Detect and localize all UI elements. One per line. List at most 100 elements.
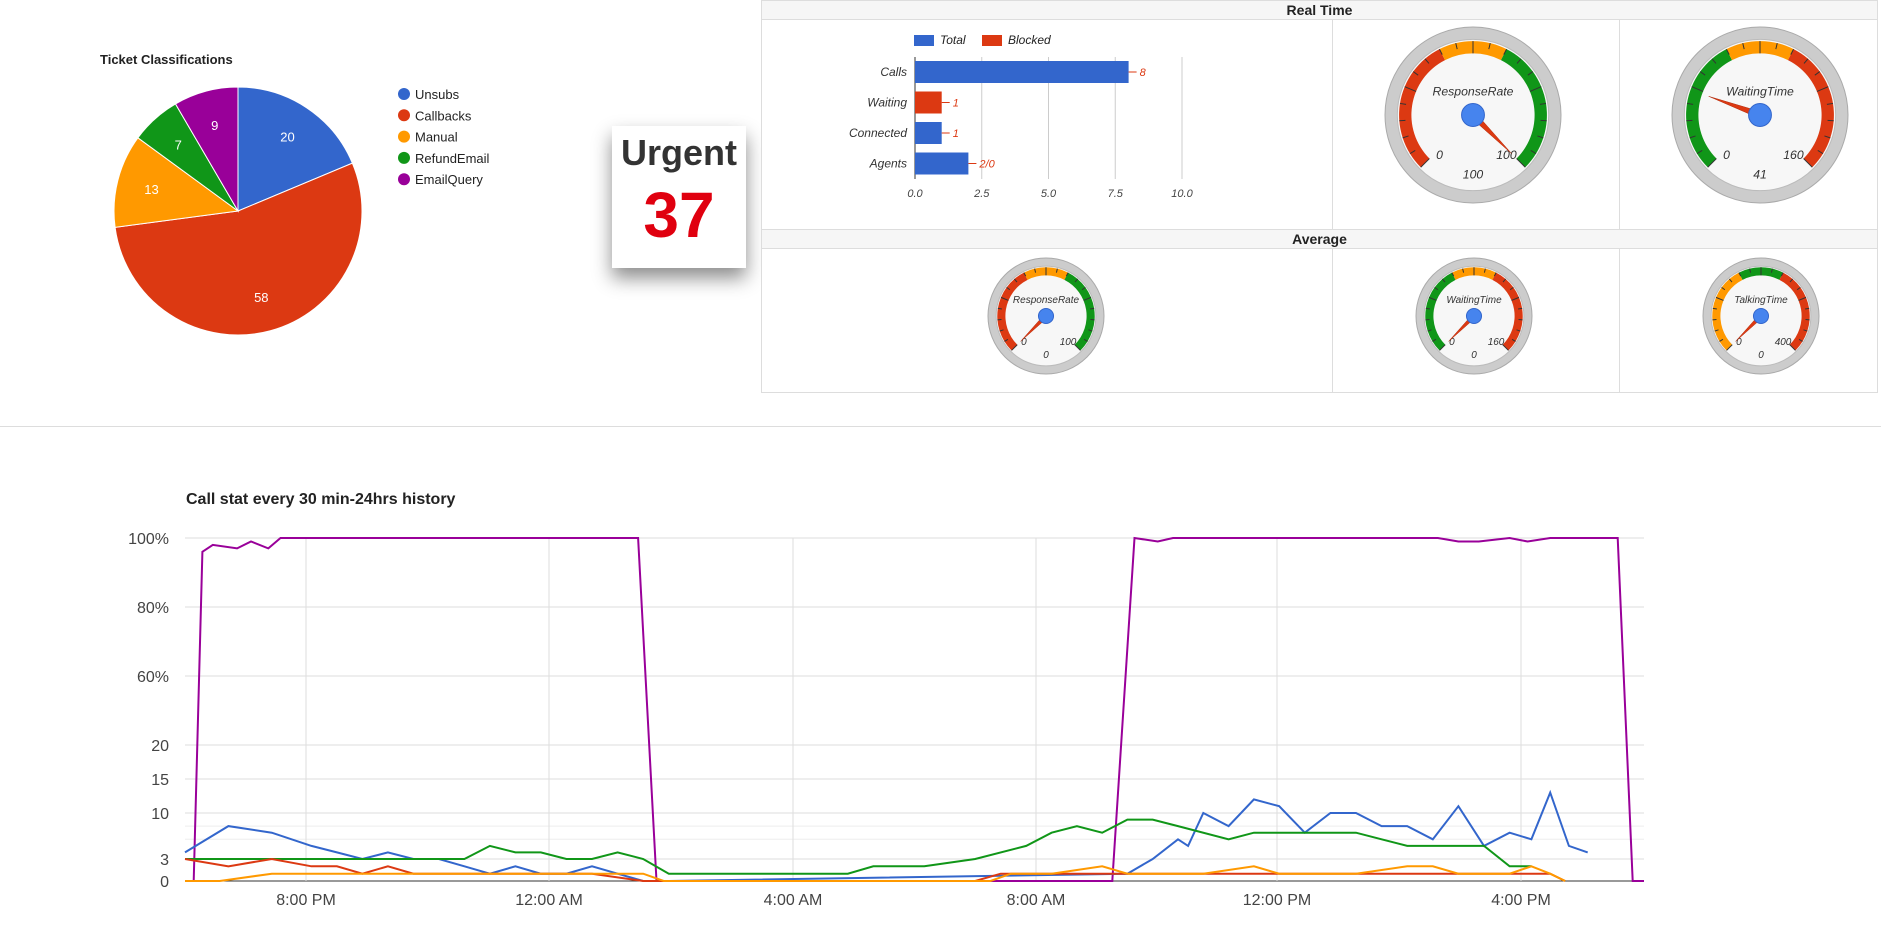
gauge-max: 400: [1775, 337, 1792, 348]
legend-marker: [398, 130, 410, 143]
realtime-panel: Real Time Average Total Blocked 0.0 2.5 5.0 7…: [761, 0, 1878, 393]
line-y-tick: 80%: [137, 600, 169, 617]
gauge-dial: WaitingTime 0 160 41: [1671, 26, 1849, 204]
bar-x-tick: 0.0: [907, 188, 923, 200]
bar-category-label: Connected: [849, 126, 907, 140]
gauge-max: 160: [1783, 148, 1804, 162]
legend-label: Manual: [415, 130, 458, 145]
gauge-waiting-time: WaitingTime 0 160 41: [1670, 25, 1850, 210]
line-x-tick: 8:00 PM: [276, 892, 336, 909]
gauge-dial: ResponseRate 0 100 100: [1384, 26, 1562, 204]
gauge-value: 41: [1753, 167, 1767, 181]
pie-slice-label: 58: [254, 290, 268, 305]
bar-calls: [915, 61, 1129, 83]
gauge-value: 0: [1758, 350, 1764, 361]
gauge-dial: ResponseRate 0 100 0: [987, 257, 1105, 375]
pie-slice-label: 7: [175, 138, 182, 153]
bar-x-tick: 10.0: [1171, 188, 1193, 200]
gauge-hub: [1037, 307, 1055, 325]
gauge-label: ResponseRate: [1433, 85, 1514, 99]
avg-gauge-waiting-time: WaitingTime 0 160 0: [1414, 256, 1534, 381]
gauge-hub: [1752, 307, 1770, 325]
pie-chart: 20 Unsubs 58 Callbacks 13 Manual 7 RefundEmail 9…: [113, 86, 490, 336]
urgent-card: Urgent 37: [612, 126, 746, 268]
legend-marker: [398, 88, 410, 100]
section-divider: [0, 426, 1881, 427]
line-y-tick: 20: [151, 738, 169, 755]
gauge-tick: [1712, 307, 1717, 310]
gauge-hub: [1748, 103, 1772, 127]
line-y-tick: 10: [151, 806, 169, 823]
line-x-tick: 4:00 AM: [764, 892, 823, 909]
bar-x-tick: 5.0: [1041, 188, 1057, 200]
avg-gauge-response-rate: ResponseRate 0 100 0: [986, 256, 1106, 381]
realtime-bar-chart: Total Blocked 0.0 2.5 5.0 7.5 10.0 Calls 8 Waitin…: [849, 33, 1194, 200]
urgent-count: 37: [643, 179, 715, 251]
gauge-tick: [1805, 307, 1810, 310]
gauge-max: 100: [1060, 337, 1077, 348]
gauge-dial: TalkingTime 0 400 0: [1702, 257, 1820, 375]
gauge-value: 100: [1463, 167, 1484, 181]
bar-legend-swatch: [914, 35, 934, 46]
line-series: [185, 536, 1644, 882]
legend-label: Unsubs: [415, 87, 460, 102]
line-x-tick: 12:00 AM: [515, 892, 583, 909]
gauge-min: 0: [1449, 337, 1455, 348]
bar-x-tick: 2.5: [973, 188, 990, 200]
bar-category-label: Waiting: [867, 96, 907, 110]
pie-slice-label: 20: [280, 130, 294, 145]
bar-category-label: Agents: [869, 157, 907, 171]
gauge-label: WaitingTime: [1446, 295, 1502, 306]
legend-marker: [398, 151, 410, 164]
gauge-hub: [1465, 307, 1483, 325]
gauge-min: 0: [1723, 148, 1730, 162]
line-y-tick: 0: [160, 874, 169, 891]
gauge-tick: [1518, 307, 1523, 310]
line-y-tick: 15: [151, 772, 169, 789]
bar-agents: [915, 152, 969, 175]
gauge-min: 0: [1021, 337, 1027, 348]
panel-divider: [1332, 249, 1333, 393]
bar-annotation: 2/0: [978, 159, 995, 171]
legend-marker: [398, 109, 410, 122]
bar-waiting: [915, 91, 942, 114]
bar-x-tick: 7.5: [1108, 188, 1124, 200]
gauge-label: ResponseRate: [1013, 295, 1080, 306]
legend-label: RefundEmail: [415, 151, 490, 166]
line-y-tick: 100%: [128, 531, 169, 548]
gauge-hub: [1461, 103, 1485, 127]
line-x-tick: 4:00 PM: [1491, 892, 1551, 909]
gauge-max: 100: [1496, 148, 1517, 162]
line-y-tick: 3: [160, 852, 169, 869]
bar-legend-label: Total: [940, 33, 966, 47]
line-x-tick: 8:00 AM: [1007, 892, 1066, 909]
bar-annotation: 8: [1140, 67, 1147, 79]
gauge-value: 0: [1043, 350, 1049, 361]
gauge-label: WaitingTime: [1726, 85, 1794, 99]
gauge-max: 160: [1488, 337, 1505, 348]
gauge-min: 0: [1736, 337, 1742, 348]
gauge-label: TalkingTime: [1734, 295, 1788, 306]
avg-gauge-talking-time: TalkingTime 0 400 0: [1701, 256, 1821, 381]
bar-annotation: 1: [953, 98, 959, 110]
bar-connected: [915, 122, 942, 144]
bar-legend-label: Blocked: [1008, 33, 1051, 47]
pie-slice-label: 9: [211, 118, 218, 133]
gauge-tick: [1425, 307, 1430, 310]
panel-divider: [1332, 19, 1333, 229]
pie-slice-label: 13: [144, 182, 158, 197]
gauge-min: 0: [1436, 148, 1443, 162]
pie-chart-title: Ticket Classifications: [100, 52, 233, 67]
legend-marker: [398, 173, 410, 186]
gauge-dial: WaitingTime 0 160 0: [1415, 257, 1533, 375]
panel-divider: [1619, 249, 1620, 393]
gauge-value: 0: [1471, 350, 1477, 361]
average-header: Average: [762, 229, 1877, 249]
realtime-header: Real Time: [762, 1, 1877, 20]
gauge-response-rate: ResponseRate 0 100 100: [1383, 25, 1563, 210]
line-y-tick: 60%: [137, 669, 169, 686]
bar-category-label: Calls: [880, 65, 907, 79]
urgent-label: Urgent: [621, 132, 737, 173]
line-chart-title: Call stat every 30 min-24hrs history: [186, 491, 456, 508]
legend-label: Callbacks: [415, 108, 472, 123]
